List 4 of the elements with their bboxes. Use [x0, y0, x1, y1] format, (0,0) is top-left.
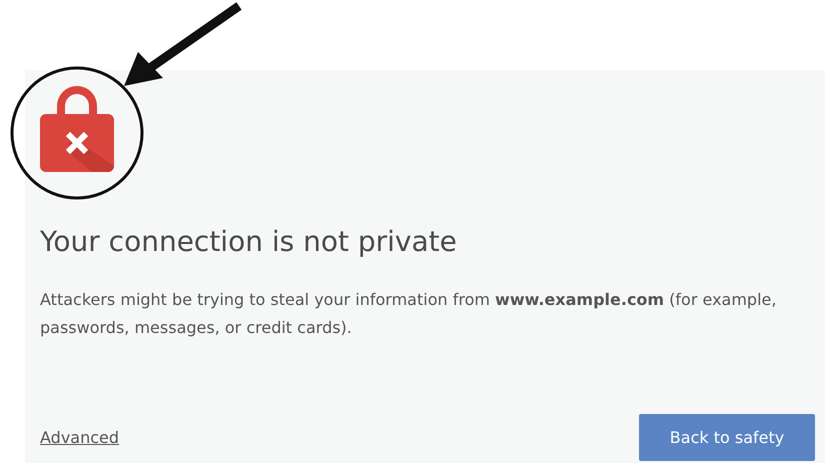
error-title: Your connection is not private: [40, 228, 458, 256]
back-to-safety-button[interactable]: Back to safety: [639, 414, 815, 461]
advanced-link[interactable]: Advanced: [40, 426, 120, 450]
error-message: Attackers might be trying to steal your information from www.example.com (for example, passwords, messages, or credit cards).: [40, 289, 778, 339]
